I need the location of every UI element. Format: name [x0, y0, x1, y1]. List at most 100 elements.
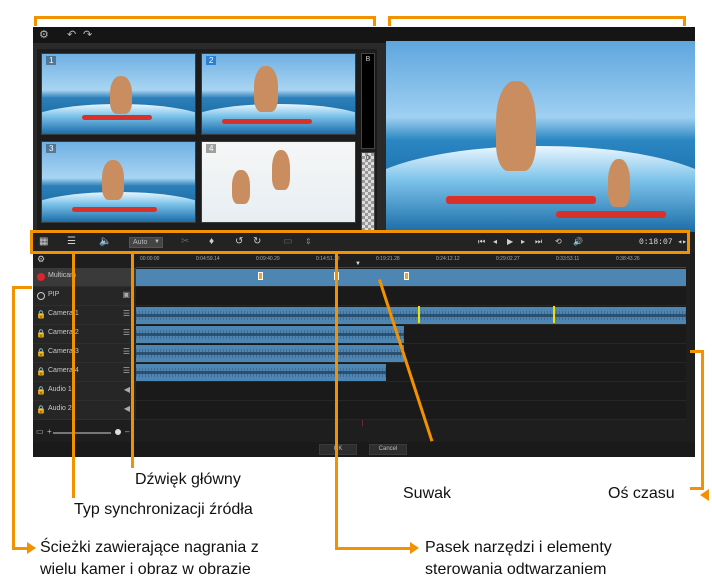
- blank-slot[interactable]: 0: [361, 152, 375, 234]
- sync-type-icon[interactable]: ☰: [123, 328, 130, 337]
- callout-arrow-timeline: [700, 489, 709, 501]
- record-off-icon[interactable]: [37, 292, 45, 300]
- camera-cell[interactable]: 2: [201, 53, 356, 135]
- caption-slider: Suwak: [403, 485, 452, 502]
- preview-window: [386, 41, 695, 232]
- track-header-multicam[interactable]: Multicam: [33, 268, 136, 287]
- ruler-tick-label: 0:24:12.12: [436, 256, 460, 262]
- zoom-slider[interactable]: [53, 432, 111, 434]
- callout-line-sync: [72, 254, 75, 498]
- callout-bracket-timeline: [690, 350, 704, 490]
- caption-toolbar-1: Pasek narzędzi i elementy: [425, 539, 612, 556]
- track-lane-audio[interactable]: [136, 382, 686, 401]
- track-name: PIP: [48, 291, 60, 298]
- sync-type-icon[interactable]: ☰: [123, 347, 130, 356]
- ruler-tick-label: 0:38:43.26: [616, 256, 640, 262]
- camera-cell[interactable]: 4: [201, 141, 356, 223]
- caption-timeline: Oś czasu: [608, 485, 675, 502]
- camera-grid: 1 2 3 4 B 0: [37, 49, 377, 249]
- time-ruler[interactable]: 00:00:00 0:04:59.14 0:09:40.29 0:14:51.1…: [136, 256, 686, 268]
- callout-line-tracks-top: [12, 286, 32, 289]
- track-lane-multicam[interactable]: [136, 268, 686, 287]
- camera-clip[interactable]: [136, 326, 404, 343]
- switch-marker[interactable]: [258, 272, 263, 280]
- cancel-button[interactable]: Cancel: [369, 444, 407, 455]
- track-lane-pip[interactable]: [136, 287, 686, 306]
- ruler-tick-label: 0:04:59.14: [196, 256, 220, 262]
- ruler-tick-label: 00:00:00: [140, 256, 160, 262]
- ok-button[interactable]: OK: [319, 444, 357, 455]
- zoom-control: ▭ + –: [33, 427, 136, 439]
- callout-line-tracks: [12, 286, 15, 550]
- lock-icon[interactable]: 🔒: [36, 348, 46, 357]
- camera-clip[interactable]: [136, 345, 404, 362]
- camera-cell[interactable]: 3: [41, 141, 196, 223]
- undo-icon[interactable]: ↶: [67, 29, 76, 41]
- lock-icon[interactable]: 🔒: [36, 367, 46, 376]
- track-headers: Multicam PIP ▣ 🔒 Camera 1 ☰ 🔒 Camera 2 ☰…: [33, 268, 136, 420]
- record-icon[interactable]: [37, 273, 45, 281]
- redo-icon[interactable]: ↷: [83, 29, 92, 41]
- pip-slot-label: B: [365, 56, 371, 63]
- ruler-tick-label: 0:33:53.11: [556, 256, 580, 262]
- track-header-camera[interactable]: 🔒 Camera 1 ☰: [33, 306, 136, 325]
- track-lane-camera[interactable]: [136, 306, 686, 325]
- track-lane-audio[interactable]: [136, 401, 686, 420]
- lock-icon[interactable]: 🔒: [36, 405, 46, 414]
- callout-line-tracks-bottom: [12, 547, 28, 550]
- sync-type-icon[interactable]: ☰: [123, 309, 130, 318]
- caption-tracks-1: Ścieżki zawierające nagrania z: [40, 539, 259, 556]
- caption-sync-type: Typ synchronizacji źródła: [74, 501, 253, 518]
- ruler-tick-label: 0:09:40.29: [256, 256, 280, 262]
- sync-type-icon[interactable]: ☰: [123, 366, 130, 375]
- settings-icon[interactable]: ⚙: [39, 29, 49, 41]
- ruler-tick-label: 0:19:21.28: [376, 256, 400, 262]
- track-header-audio[interactable]: 🔒 Audio 1 ◀: [33, 382, 136, 401]
- track-name: Audio 1: [48, 386, 72, 393]
- switch-marker[interactable]: [404, 272, 409, 280]
- callout-arrow-toolbar: [410, 542, 419, 554]
- camera-number: 4: [206, 144, 217, 153]
- multicam-clip[interactable]: [136, 269, 686, 286]
- caption-tracks-2: wielu kamer i obraz w obrazie: [40, 561, 251, 578]
- track-lane-camera[interactable]: [136, 344, 686, 363]
- camera-clip[interactable]: [136, 307, 686, 324]
- camera-clip[interactable]: [136, 364, 386, 381]
- timeline-settings-icon[interactable]: ⚙: [37, 254, 45, 265]
- pip-icon[interactable]: ▣: [122, 290, 130, 299]
- camera-number: 1: [46, 56, 57, 65]
- fit-icon[interactable]: ▭: [36, 427, 44, 436]
- lock-icon[interactable]: 🔒: [36, 310, 46, 319]
- speaker-icon[interactable]: ◀: [124, 404, 130, 413]
- zoom-slider-handle[interactable]: [115, 429, 121, 435]
- callout-box-toolbar: [30, 230, 690, 254]
- camera-number: 2: [206, 56, 217, 65]
- lock-icon[interactable]: 🔒: [36, 329, 46, 338]
- speaker-icon[interactable]: ◀: [124, 385, 130, 394]
- camera-number: 3: [46, 144, 57, 153]
- callout-arrow-tracks: [27, 542, 36, 554]
- zoom-in-icon[interactable]: +: [47, 427, 52, 436]
- selection-edge[interactable]: [553, 306, 555, 323]
- lock-icon[interactable]: 🔒: [36, 386, 46, 395]
- track-header-camera[interactable]: 🔒 Camera 2 ☰: [33, 325, 136, 344]
- track-name: Audio 2: [48, 405, 72, 412]
- track-lane-camera[interactable]: [136, 325, 686, 344]
- zoom-out-icon[interactable]: –: [125, 427, 129, 436]
- caption-toolbar-2: sterowania odtwarzaniem: [425, 561, 607, 578]
- track-lanes: [136, 268, 686, 420]
- track-header-audio[interactable]: 🔒 Audio 2 ◀: [33, 401, 136, 420]
- playhead-handle[interactable]: ▼: [355, 261, 361, 267]
- track-header-camera[interactable]: 🔒 Camera 4 ☰: [33, 363, 136, 382]
- pip-slot[interactable]: B: [361, 53, 375, 149]
- ruler-tick-label: 0:29:02.27: [496, 256, 520, 262]
- callout-line-audio: [131, 254, 134, 468]
- camera-cell[interactable]: 1: [41, 53, 196, 135]
- callout-bracket-preview: [388, 16, 686, 26]
- selection-edge[interactable]: [418, 306, 420, 323]
- caption-main-audio: Dźwięk główny: [135, 471, 241, 488]
- track-header-pip[interactable]: PIP ▣: [33, 287, 136, 306]
- track-header-camera[interactable]: 🔒 Camera 3 ☰: [33, 344, 136, 363]
- callout-line-toolbar: [335, 254, 338, 548]
- callout-line-toolbar-bottom: [335, 547, 411, 550]
